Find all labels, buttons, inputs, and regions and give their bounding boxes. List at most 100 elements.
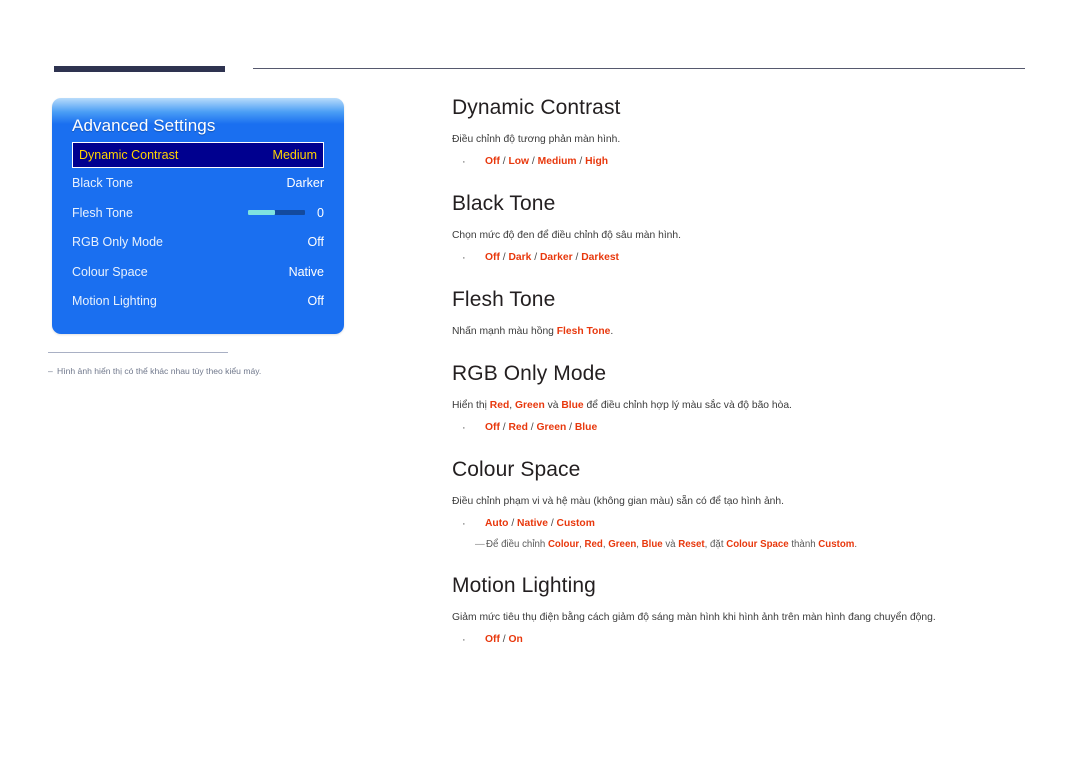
osd-value-motion-lighting: Off bbox=[307, 294, 324, 308]
osd-row-flesh-tone[interactable]: Flesh Tone 0 bbox=[72, 198, 324, 227]
osd-label-flesh-tone: Flesh Tone bbox=[72, 205, 133, 220]
option-green: Green bbox=[536, 422, 567, 434]
desc-dynamic-contrast: Điều chỉnh độ tương phản màn hình. bbox=[452, 134, 621, 146]
subnote-part-g: thành bbox=[788, 539, 819, 550]
osd-panel: Advanced Settings Dynamic Contrast Mediu… bbox=[52, 98, 344, 334]
options-rgb-only-mode: · Off / Red / Green / Blue bbox=[452, 421, 1032, 436]
flesh-tone-slider[interactable] bbox=[248, 210, 306, 215]
options-list: Off / Dark / Darker / Darkest bbox=[462, 251, 619, 266]
osd-row-black-tone[interactable]: Black Tone Darker bbox=[72, 169, 324, 198]
option-auto: Auto bbox=[485, 518, 509, 530]
option-off: Off bbox=[485, 252, 500, 264]
document-body-column: Dynamic Contrast Điều chỉnh độ tương phả… bbox=[452, 96, 1032, 648]
option-off: Off bbox=[485, 156, 500, 168]
options-list: Auto / Native / Custom bbox=[462, 517, 595, 532]
bullet-marker: · bbox=[462, 422, 466, 435]
section-motion-lighting: Motion Lighting Giảm mức tiêu thụ điện b… bbox=[452, 574, 1032, 648]
heading-colour-space: Colour Space bbox=[452, 458, 581, 482]
option-high: High bbox=[585, 156, 609, 168]
option-separator: / bbox=[566, 422, 575, 434]
option-custom: Custom bbox=[556, 518, 595, 530]
option-darker: Darker bbox=[539, 252, 573, 264]
section-black-tone: Black Tone Chọn mức độ đen để điều chỉnh… bbox=[452, 192, 1032, 266]
footnote-divider bbox=[48, 352, 228, 353]
options-black-tone: · Off / Dark / Darker / Darkest bbox=[452, 251, 1032, 266]
osd-row-rgb-only-mode[interactable]: RGB Only Mode Off bbox=[72, 228, 324, 257]
option-red: Red bbox=[508, 422, 528, 434]
bullet-marker: · bbox=[462, 252, 466, 265]
desc-part-a: Hiển thị bbox=[452, 400, 490, 412]
footnote-text: Hình ảnh hiển thị có thể khác nhau tùy t… bbox=[57, 366, 262, 376]
keyword-blue: Blue bbox=[561, 400, 584, 412]
osd-value-colour-space: Native bbox=[288, 264, 324, 279]
bullet-marker: · bbox=[462, 518, 466, 531]
header-divider-rule bbox=[253, 68, 1025, 69]
options-motion-lighting: · Off / On bbox=[452, 633, 1032, 648]
heading-rgb-only-mode: RGB Only Mode bbox=[452, 362, 607, 386]
keyword-blue: Blue bbox=[641, 539, 663, 550]
desc-part-c: và bbox=[544, 400, 562, 412]
illustration-footnote: – Hình ảnh hiển thị có thể khác nhau tùy … bbox=[48, 352, 348, 377]
heading-flesh-tone: Flesh Tone bbox=[452, 287, 556, 311]
keyword-reset: Reset bbox=[678, 539, 705, 550]
footnote-dash: – bbox=[48, 366, 53, 376]
option-separator: / bbox=[508, 518, 518, 530]
keyword-colour-space: Colour Space bbox=[726, 539, 789, 550]
osd-label-motion-lighting: Motion Lighting bbox=[72, 294, 157, 308]
heading-motion-lighting: Motion Lighting bbox=[452, 574, 596, 598]
section-flesh-tone: Flesh Tone Nhấn mạnh màu hồng Flesh Tone… bbox=[452, 288, 1032, 340]
option-darkest: Darkest bbox=[581, 252, 619, 264]
section-rgb-only-mode: RGB Only Mode Hiển thị Red, Green và Blu… bbox=[452, 362, 1032, 436]
options-list: Off / On bbox=[462, 633, 523, 648]
desc-motion-lighting: Giảm mức tiêu thụ điện bằng cách giảm độ… bbox=[452, 612, 936, 624]
section-dynamic-contrast: Dynamic Contrast Điều chỉnh độ tương phả… bbox=[452, 96, 1032, 170]
bullet-marker: · bbox=[462, 634, 466, 647]
osd-label-colour-space: Colour Space bbox=[72, 264, 148, 279]
option-separator: / bbox=[529, 156, 538, 168]
options-list: Off / Red / Green / Blue bbox=[462, 421, 597, 436]
section-colour-space: Colour Space Điều chỉnh phạm vi và hệ mà… bbox=[452, 458, 1032, 552]
osd-title: Advanced Settings bbox=[72, 116, 216, 135]
subnote-part-a: Để điều chỉnh bbox=[486, 539, 548, 550]
osd-value-rgb-only-mode: Off bbox=[307, 235, 324, 249]
option-separator: / bbox=[547, 518, 557, 530]
header-accent-bar bbox=[54, 66, 225, 72]
option-off: Off bbox=[485, 634, 500, 646]
heading-dynamic-contrast: Dynamic Contrast bbox=[452, 96, 621, 119]
osd-label-black-tone: Black Tone bbox=[72, 176, 133, 190]
page-header bbox=[0, 0, 1080, 90]
osd-row-motion-lighting[interactable]: Motion Lighting Off bbox=[72, 287, 324, 316]
desc-colour-space: Điều chỉnh phạm vi và hệ màu (không gian… bbox=[452, 496, 784, 508]
osd-illustration-column: Advanced Settings Dynamic Contrast Mediu… bbox=[48, 98, 344, 376]
osd-value-dynamic-contrast: Medium bbox=[272, 148, 317, 162]
option-off: Off bbox=[485, 422, 500, 434]
option-native: Native bbox=[517, 518, 548, 530]
desc-text-after: . bbox=[610, 326, 614, 338]
desc-flesh-tone: Nhấn mạnh màu hồng Flesh Tone. bbox=[452, 325, 1032, 340]
keyword-red: Red bbox=[584, 539, 603, 550]
bullet-marker: · bbox=[462, 156, 466, 169]
desc-part-d: để điều chỉnh hợp lý màu sắc và độ bão h… bbox=[583, 400, 792, 412]
desc-text-before: Nhấn mạnh màu hồng bbox=[452, 326, 557, 338]
osd-menu-list: Dynamic Contrast Medium Black Tone Darke… bbox=[52, 142, 344, 316]
options-list: Off / Low / Medium / High bbox=[462, 155, 608, 170]
keyword-colour: Colour bbox=[547, 539, 580, 550]
subnote-part-e: và bbox=[662, 539, 679, 550]
desc-rgb-only-mode: Hiển thị Red, Green và Blue để điều chỉn… bbox=[452, 399, 1032, 414]
subnote-part-h: . bbox=[854, 539, 858, 550]
options-dynamic-contrast: · Off / Low / Medium / High bbox=[452, 155, 1032, 170]
keyword-green: Green bbox=[608, 539, 637, 550]
keyword-custom: Custom bbox=[818, 539, 855, 550]
keyword-green: Green bbox=[514, 400, 545, 412]
option-separator: / bbox=[531, 252, 540, 264]
osd-label-rgb-only-mode: RGB Only Mode bbox=[72, 235, 164, 249]
osd-value-black-tone: Darker bbox=[286, 176, 324, 190]
keyword-red: Red bbox=[489, 400, 510, 412]
option-separator: / bbox=[572, 252, 582, 264]
osd-row-dynamic-contrast[interactable]: Dynamic Contrast Medium bbox=[72, 142, 324, 168]
option-low: Low bbox=[508, 156, 530, 168]
osd-row-colour-space[interactable]: Colour Space Native bbox=[72, 257, 324, 286]
keyword-flesh-tone: Flesh Tone bbox=[556, 326, 611, 338]
option-separator: / bbox=[576, 156, 586, 168]
flesh-tone-slider-fill bbox=[248, 210, 276, 215]
